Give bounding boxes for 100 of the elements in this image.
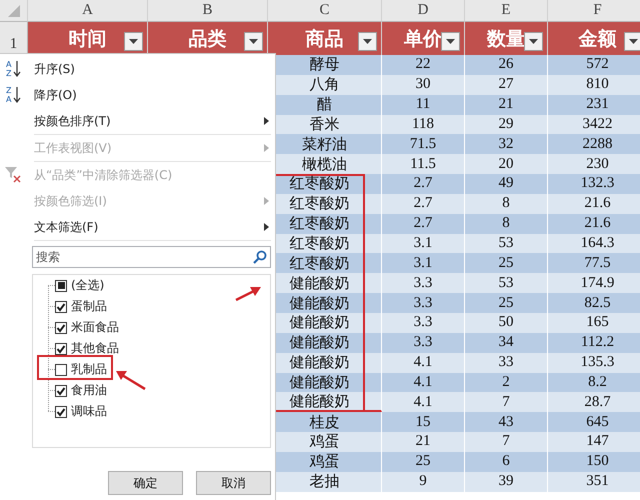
table-cell: 231 bbox=[548, 94, 640, 115]
filter-dropdown-button[interactable] bbox=[441, 32, 460, 51]
column-letter[interactable]: C bbox=[268, 0, 382, 22]
table-cell: 112.2 bbox=[548, 332, 640, 353]
table-cell: 34 bbox=[465, 332, 548, 353]
table-cell: 150 bbox=[548, 452, 640, 472]
checklist-item[interactable]: 米面食品 bbox=[55, 317, 119, 338]
table-cell: 健能酸奶 bbox=[274, 293, 382, 313]
table-cell: 7 bbox=[465, 432, 548, 452]
column-letter[interactable]: E bbox=[465, 0, 548, 22]
column-letter[interactable]: A bbox=[28, 0, 148, 22]
filter-dropdown-button[interactable] bbox=[358, 32, 377, 51]
table-cell: 红枣酸奶 bbox=[274, 253, 382, 274]
column-letter[interactable]: F bbox=[548, 0, 640, 22]
caret-icon bbox=[363, 39, 372, 44]
table-cell: 53 bbox=[465, 273, 548, 294]
table-cell: 26 bbox=[465, 55, 548, 75]
table-cell: 2288 bbox=[548, 134, 640, 154]
filter-dropdown-button[interactable] bbox=[524, 32, 543, 51]
filter-dropdown-button[interactable] bbox=[624, 32, 640, 51]
table-cell: 8 bbox=[465, 214, 548, 234]
row-number[interactable]: 1 bbox=[0, 22, 28, 55]
checklist-item[interactable]: 乳制品 bbox=[55, 359, 107, 380]
table-cell: 28.7 bbox=[548, 392, 640, 412]
table-cell: 25 bbox=[465, 253, 548, 274]
checkbox[interactable] bbox=[55, 342, 67, 354]
table-cell: 135.3 bbox=[548, 352, 640, 372]
table-cell: 164.3 bbox=[548, 234, 640, 254]
search-field[interactable]: 搜索 bbox=[32, 246, 271, 268]
table-cell: 9 bbox=[382, 472, 465, 492]
table-cell: 2 bbox=[465, 372, 548, 392]
table-cell: 82.5 bbox=[548, 293, 640, 313]
checklist-item[interactable]: (全选) bbox=[55, 275, 104, 296]
checkbox[interactable] bbox=[55, 300, 67, 312]
table-cell: 3.3 bbox=[382, 312, 465, 333]
column-header: 金额 bbox=[578, 26, 616, 52]
menu-item[interactable]: 文本筛选(F) bbox=[34, 214, 275, 240]
checklist-item[interactable]: 调味品 bbox=[55, 401, 107, 422]
cancel-button[interactable]: 取消 bbox=[196, 471, 271, 495]
table-cell: 3.3 bbox=[382, 332, 465, 353]
table-cell: 645 bbox=[548, 412, 640, 432]
checklist-item[interactable]: 食用油 bbox=[55, 380, 107, 401]
column-header: 品类 bbox=[188, 26, 226, 52]
table-cell: 8 bbox=[465, 194, 548, 214]
table-cell: 29 bbox=[465, 114, 548, 134]
annotation-arrow bbox=[235, 287, 261, 302]
checklist-item[interactable]: 蛋制品 bbox=[55, 296, 107, 317]
filter-dropdown-button[interactable] bbox=[244, 32, 263, 51]
table-cell: 21.6 bbox=[548, 194, 640, 214]
table-cell: 30 bbox=[382, 74, 465, 95]
submenu-arrow-icon bbox=[264, 117, 269, 125]
table-cell: 53 bbox=[465, 234, 548, 254]
filter-dropdown-button[interactable] bbox=[124, 32, 143, 51]
checkbox[interactable] bbox=[55, 280, 67, 292]
table-cell: 健能酸奶 bbox=[274, 372, 382, 392]
checklist-item[interactable]: 其他食品 bbox=[55, 338, 119, 359]
caret-icon bbox=[529, 39, 538, 44]
table-cell: 118 bbox=[382, 114, 465, 134]
table-cell: 红枣酸奶 bbox=[274, 194, 382, 214]
column-header: 商品 bbox=[306, 26, 344, 52]
table-cell: 230 bbox=[548, 154, 640, 174]
table-cell: 4.1 bbox=[382, 352, 465, 372]
checkbox[interactable] bbox=[55, 322, 67, 334]
table-cell: 健能酸奶 bbox=[274, 332, 382, 353]
ok-button[interactable]: 确定 bbox=[108, 471, 183, 495]
submenu-arrow-icon bbox=[264, 144, 269, 152]
table-cell: 3.1 bbox=[382, 234, 465, 254]
table-cell: 3.3 bbox=[382, 273, 465, 294]
submenu-arrow-icon bbox=[264, 197, 269, 205]
table-cell: 红枣酸奶 bbox=[274, 234, 382, 254]
table-cell: 572 bbox=[548, 55, 640, 75]
table-cell: 43 bbox=[465, 412, 548, 432]
clear-filter-icon bbox=[4, 165, 22, 183]
table-cell: 77.5 bbox=[548, 253, 640, 274]
table-cell: 351 bbox=[548, 472, 640, 492]
table-cell: 15 bbox=[382, 412, 465, 432]
checkbox[interactable] bbox=[55, 364, 67, 376]
table-cell: 132.3 bbox=[548, 174, 640, 194]
caret-icon bbox=[249, 39, 258, 44]
table-cell: 25 bbox=[465, 293, 548, 313]
column-letter[interactable]: B bbox=[148, 0, 268, 22]
column-letter[interactable]: D bbox=[382, 0, 465, 22]
column-header: 数量 bbox=[487, 26, 525, 52]
table-cell: 50 bbox=[465, 312, 548, 333]
table-cell: 21 bbox=[465, 94, 548, 115]
table-cell: 147 bbox=[548, 432, 640, 452]
caret-icon bbox=[129, 39, 138, 44]
table-cell: 红枣酸奶 bbox=[274, 174, 382, 194]
table-cell: 4.1 bbox=[382, 392, 465, 412]
table-cell: 39 bbox=[465, 472, 548, 492]
table-cell: 2.7 bbox=[382, 174, 465, 194]
table-cell: 红枣酸奶 bbox=[274, 214, 382, 234]
table-cell: 11.5 bbox=[382, 154, 465, 174]
table-cell: 2.7 bbox=[382, 194, 465, 214]
table-cell: 22 bbox=[382, 55, 465, 75]
checkbox[interactable] bbox=[55, 406, 67, 418]
checkbox[interactable] bbox=[55, 384, 67, 396]
table-cell: 3.3 bbox=[382, 293, 465, 313]
table-cell: 4.1 bbox=[382, 372, 465, 392]
table-cell: 20 bbox=[465, 154, 548, 174]
